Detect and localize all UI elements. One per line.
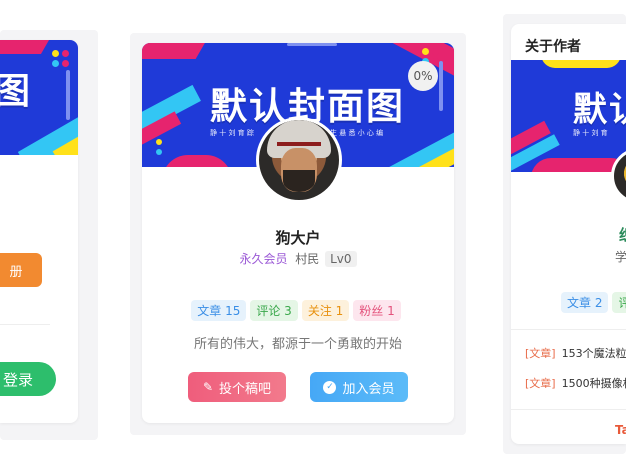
- article-row[interactable]: [文章] 153个魔法粒: [525, 345, 626, 361]
- register-button[interactable]: 册: [0, 253, 42, 287]
- level-badge: Lv0: [325, 251, 357, 267]
- left-cover-image: 图: [0, 40, 78, 155]
- author-tag-comments[interactable]: 评: [612, 292, 626, 313]
- level-label: 村民: [295, 252, 320, 266]
- join-membership-button[interactable]: ✓ 加入会员: [310, 372, 408, 402]
- right-cover-image: 默认 静 十 刘 育: [511, 60, 626, 172]
- cover-subtitle-left: 静 十 刘 育 踪: [210, 129, 254, 137]
- user-profile-card: 默认封面图 静 十 刘 育 踪 生 悬 悉 小 心 编 0% 狗大户 永久会员 …: [142, 43, 454, 423]
- progress-badge: 0%: [408, 61, 438, 91]
- login-button-label: 登录: [2, 370, 33, 389]
- author-name: 织: [619, 224, 626, 245]
- join-membership-label: 加入会员: [342, 381, 395, 397]
- article-row[interactable]: [文章] 1500种摄像机: [525, 375, 626, 391]
- motto: 所有的伟大，都源于一个勇敢的开始: [193, 337, 402, 352]
- submit-post-label: 投个稿吧: [219, 381, 272, 397]
- register-button-label: 册: [9, 264, 23, 280]
- article-title: 1500种摄像机: [561, 377, 626, 390]
- left-cover-title: 图: [0, 71, 33, 112]
- article-kind: [文章]: [525, 377, 556, 390]
- author-card: 关于作者 默认 静 十 刘 育 织 学 文章 2评 [文章] 153个魔法粒 [文…: [511, 24, 626, 444]
- user-meta: 永久会员 村民 Lv0: [142, 250, 454, 267]
- vip-label[interactable]: 永久会员: [239, 252, 287, 266]
- article-title: 153个魔法粒: [561, 347, 626, 360]
- section-title: 关于作者: [525, 39, 581, 55]
- avatar[interactable]: [256, 117, 342, 203]
- author-footer-link[interactable]: Ta: [615, 423, 626, 437]
- right-cover-title: 默认: [573, 90, 626, 130]
- right-cover-subtitle: 静 十 刘 育: [573, 129, 608, 137]
- divider: [511, 329, 626, 330]
- article-kind: [文章]: [525, 347, 556, 360]
- login-button[interactable]: 登录: [0, 362, 56, 396]
- divider: [0, 324, 50, 325]
- pencil-icon: ✎: [202, 380, 214, 394]
- dots-decoration: [52, 50, 76, 67]
- tag-comments[interactable]: 评论 3: [250, 300, 298, 321]
- page: 图 册 登录 默认封面图 静 十 刘 育 踪 生 悬 悉 小 心 编 0% 狗大…: [0, 0, 626, 470]
- submit-post-button[interactable]: ✎ 投个稿吧: [188, 372, 286, 402]
- username: 狗大户: [275, 229, 321, 247]
- stats-tags: 文章 15 评论 3 关注 1 粉丝 1: [142, 300, 454, 321]
- tag-following[interactable]: 关注 1: [301, 300, 350, 321]
- author-tags: 文章 2评: [561, 292, 626, 313]
- check-circle-icon: ✓: [323, 380, 337, 394]
- author-subline: 学: [615, 250, 626, 264]
- cover-subtitle-right: 生 悬 悉 小 心 编: [330, 129, 384, 137]
- tag-followers[interactable]: 粉丝 1: [353, 300, 401, 321]
- divider: [511, 409, 626, 410]
- left-user-card: 图 册 登录: [0, 40, 78, 423]
- author-tag-articles[interactable]: 文章 2: [561, 292, 609, 313]
- tag-articles[interactable]: 文章 15: [191, 300, 247, 321]
